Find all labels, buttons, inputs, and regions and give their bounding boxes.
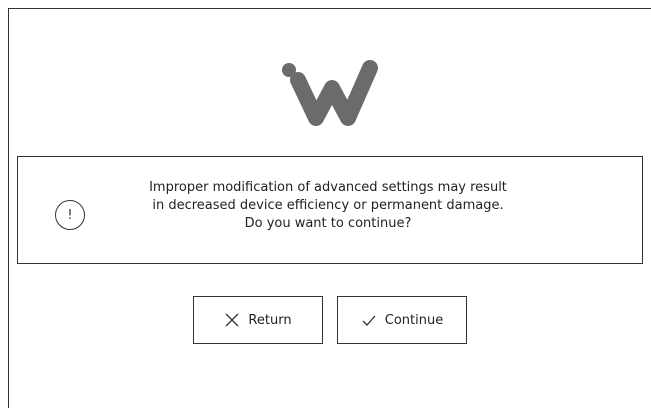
return-button-label: Return <box>248 312 292 328</box>
return-button[interactable]: Return <box>193 296 323 344</box>
warning-line-2: in decreased device efficiency or perman… <box>152 198 504 213</box>
warning-line-1: Improper modification of advanced settin… <box>149 180 507 195</box>
warning-text: Improper modification of advanced settin… <box>108 179 548 233</box>
close-x-icon <box>224 312 240 328</box>
continue-button[interactable]: Continue <box>337 296 467 344</box>
brand-logo <box>270 54 390 134</box>
warning-line-3: Do you want to continue? <box>244 216 412 231</box>
warning-message-box: ! Improper modification of advanced sett… <box>17 156 643 264</box>
exclamation-circle-icon: ! <box>55 200 85 230</box>
continue-button-label: Continue <box>384 312 444 328</box>
checkmark-icon <box>361 312 377 328</box>
